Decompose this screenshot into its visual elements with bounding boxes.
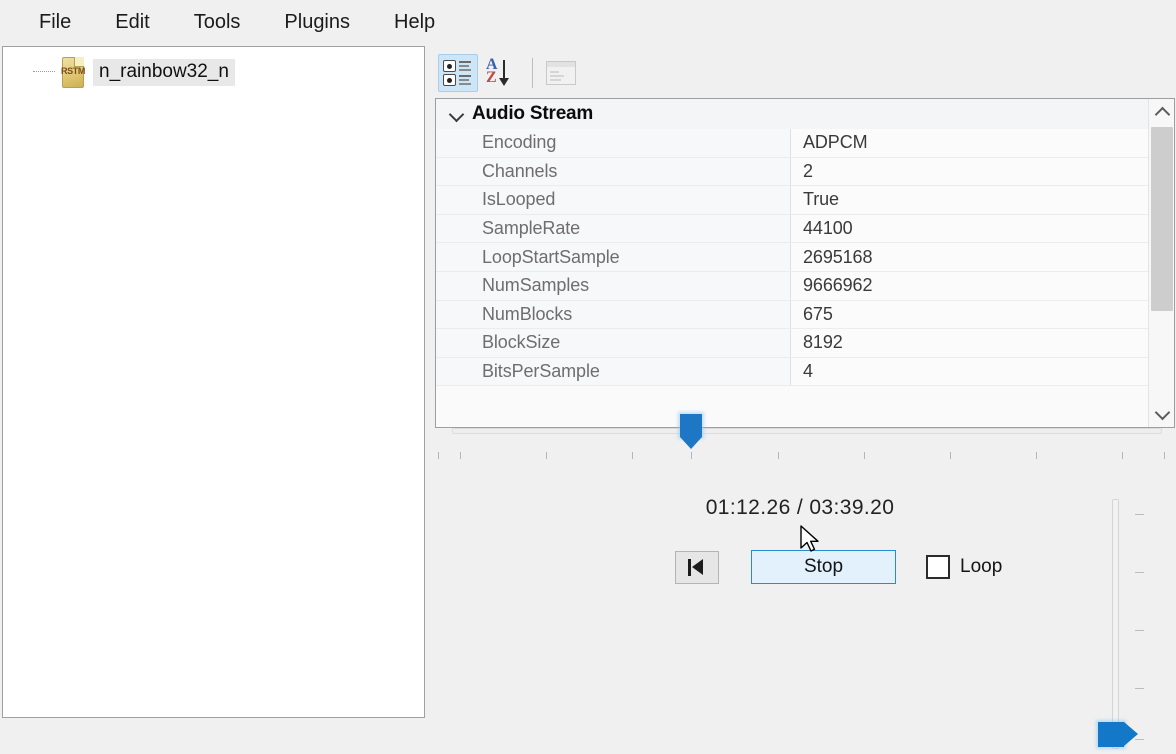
seek-tick bbox=[438, 452, 439, 459]
property-name: BitsPerSample bbox=[436, 357, 791, 386]
loop-label: Loop bbox=[960, 556, 1003, 577]
volume-thumb[interactable] bbox=[1098, 722, 1138, 747]
sort-letter-z: Z bbox=[486, 69, 497, 86]
property-value[interactable]: 2695168 bbox=[791, 243, 1148, 271]
property-grid[interactable]: Audio Stream Encoding ADPCM Channels 2 I… bbox=[435, 98, 1175, 428]
property-name: Encoding bbox=[436, 129, 791, 157]
seek-bar[interactable] bbox=[438, 408, 1174, 468]
menu-item-edit[interactable]: Edit bbox=[98, 6, 166, 39]
property-category-label: Audio Stream bbox=[472, 103, 594, 124]
table-row[interactable]: Channels 2 bbox=[436, 157, 1148, 187]
property-name: IsLooped bbox=[436, 186, 791, 214]
seek-tick bbox=[691, 452, 692, 459]
categorized-view-button[interactable] bbox=[438, 54, 478, 92]
alphabetical-sort-button[interactable]: A Z bbox=[482, 54, 522, 92]
seek-track[interactable] bbox=[452, 428, 1162, 434]
table-row[interactable]: NumSamples 9666962 bbox=[436, 271, 1148, 301]
property-value[interactable]: 44100 bbox=[791, 214, 1148, 243]
property-name: NumSamples bbox=[436, 271, 791, 300]
property-name: NumBlocks bbox=[436, 300, 791, 329]
volume-slider[interactable] bbox=[1090, 454, 1170, 754]
seek-tick bbox=[632, 452, 633, 459]
seek-tick bbox=[778, 452, 779, 459]
tree-item-rstm-file[interactable]: RSTM n_rainbow32_n bbox=[33, 56, 235, 88]
scroll-up-icon[interactable] bbox=[1149, 99, 1174, 125]
seek-tick bbox=[1036, 452, 1037, 459]
table-row[interactable]: Encoding ADPCM bbox=[436, 129, 1148, 158]
menu-bar: File Edit Tools Plugins Help bbox=[0, 0, 1176, 45]
table-row[interactable]: NumBlocks 675 bbox=[436, 300, 1148, 330]
table-row[interactable]: LoopStartSample 2695168 bbox=[436, 243, 1148, 272]
property-name: SampleRate bbox=[436, 214, 791, 243]
property-grid-toolbar: A Z bbox=[438, 50, 1176, 96]
volume-track[interactable] bbox=[1112, 499, 1119, 749]
table-row[interactable]: BitsPerSample 4 bbox=[436, 357, 1148, 387]
down-arrow-icon bbox=[499, 60, 509, 86]
seek-tick bbox=[460, 452, 461, 459]
property-value[interactable]: 4 bbox=[791, 357, 1148, 386]
alphabetical-sort-icon: A Z bbox=[486, 56, 518, 88]
property-grid-rows: Audio Stream Encoding ADPCM Channels 2 I… bbox=[436, 99, 1148, 427]
property-grid-scrollbar[interactable] bbox=[1148, 99, 1174, 427]
right-pane: A Z Audio Stream Encoding ADPCM Channels… bbox=[430, 46, 1176, 749]
tree-item-label: n_rainbow32_n bbox=[93, 58, 235, 86]
menu-item-help[interactable]: Help bbox=[377, 6, 452, 39]
transport-controls: Stop Loop bbox=[675, 550, 1002, 584]
property-pages-icon bbox=[546, 61, 576, 85]
loop-checkbox-wrapper[interactable]: Loop bbox=[926, 555, 1002, 579]
stop-button[interactable]: Stop bbox=[751, 550, 896, 584]
table-row[interactable]: SampleRate 44100 bbox=[436, 214, 1148, 244]
file-tree-panel[interactable]: RSTM n_rainbow32_n bbox=[2, 46, 425, 718]
volume-tick bbox=[1135, 572, 1144, 573]
menu-item-tools[interactable]: Tools bbox=[177, 6, 258, 39]
seek-thumb[interactable] bbox=[680, 414, 702, 450]
property-pages-button[interactable] bbox=[541, 54, 581, 92]
property-name: BlockSize bbox=[436, 329, 791, 357]
chevron-down-icon[interactable] bbox=[446, 103, 468, 125]
table-row[interactable]: IsLooped True bbox=[436, 186, 1148, 215]
property-value[interactable]: 8192 bbox=[791, 329, 1148, 357]
rstm-file-icon-label: RSTM bbox=[61, 65, 85, 76]
categorized-view-icon bbox=[443, 59, 473, 87]
seek-tick bbox=[546, 452, 547, 459]
scrollbar-thumb[interactable] bbox=[1151, 127, 1173, 311]
property-value[interactable]: 9666962 bbox=[791, 271, 1148, 300]
toolbar-divider bbox=[532, 58, 533, 88]
property-value[interactable]: 2 bbox=[791, 157, 1148, 186]
property-category-header[interactable]: Audio Stream bbox=[436, 99, 1148, 129]
time-readout: 01:12.26 / 03:39.20 bbox=[705, 496, 895, 519]
menu-item-file[interactable]: File bbox=[22, 6, 88, 39]
rstm-file-icon: RSTM bbox=[59, 56, 87, 88]
loop-checkbox[interactable] bbox=[926, 555, 950, 579]
skip-to-start-icon bbox=[687, 558, 707, 576]
property-value[interactable]: True bbox=[791, 186, 1148, 214]
volume-tick bbox=[1135, 630, 1144, 631]
property-value[interactable]: ADPCM bbox=[791, 129, 1148, 157]
seek-tick bbox=[864, 452, 865, 459]
property-value[interactable]: 675 bbox=[791, 300, 1148, 329]
skip-to-start-button[interactable] bbox=[675, 550, 719, 584]
table-row[interactable]: BlockSize 8192 bbox=[436, 329, 1148, 358]
tree-connector-line bbox=[33, 71, 55, 73]
seek-tick bbox=[950, 452, 951, 459]
property-name: Channels bbox=[436, 157, 791, 186]
volume-tick bbox=[1135, 514, 1144, 515]
property-name: LoopStartSample bbox=[436, 243, 791, 271]
volume-tick bbox=[1135, 688, 1144, 689]
menu-item-plugins[interactable]: Plugins bbox=[267, 6, 367, 39]
